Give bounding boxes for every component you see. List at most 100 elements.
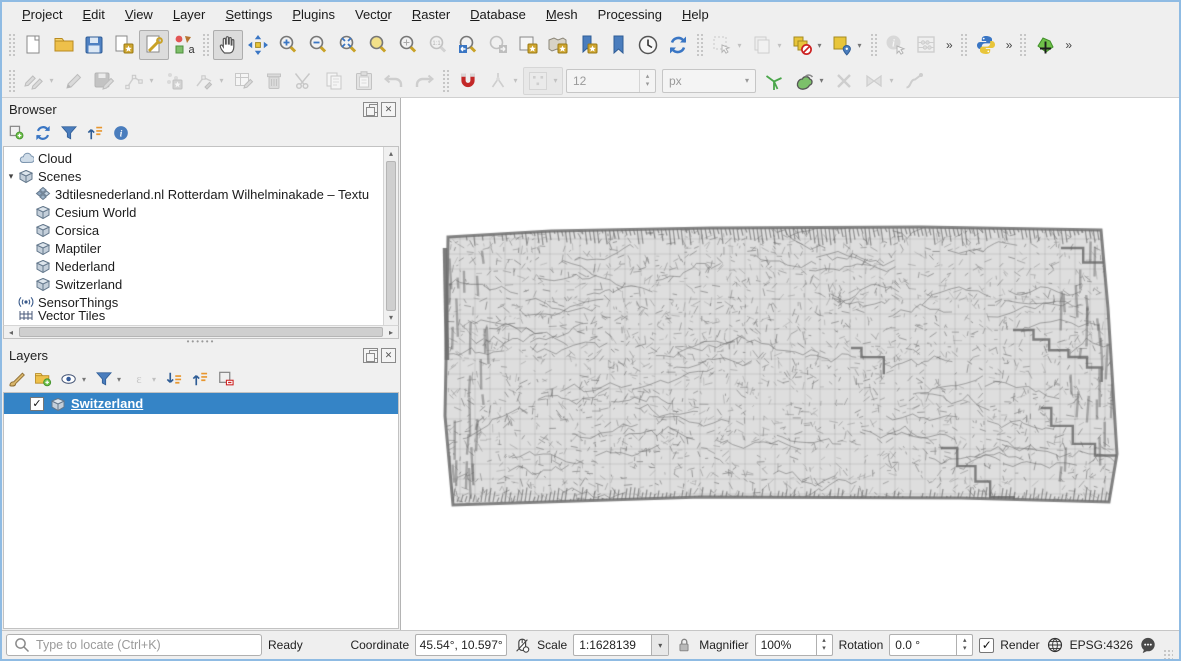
current-edits-button[interactable]: ▾ xyxy=(19,67,59,95)
deselect-all-button[interactable]: ▾ xyxy=(787,30,827,60)
locate-box[interactable] xyxy=(6,634,262,656)
modify-attributes-button[interactable] xyxy=(229,67,259,95)
map-canvas[interactable] xyxy=(401,98,1179,630)
reshape-features-button[interactable]: ▾ xyxy=(859,67,899,95)
menu-layer[interactable]: Layer xyxy=(163,4,216,25)
enable-tracing-button[interactable] xyxy=(759,67,789,95)
filter-browser-button[interactable] xyxy=(58,122,80,144)
collapse-all-button[interactable] xyxy=(189,368,211,390)
digitize-with-curve-button[interactable]: ▾ xyxy=(789,67,829,95)
delete-selected-button[interactable] xyxy=(259,67,289,95)
add-selected-layers-button[interactable] xyxy=(6,122,28,144)
dropdown-arrow-icon[interactable]: ▾ xyxy=(887,76,896,85)
menu-raster[interactable]: Raster xyxy=(402,4,460,25)
vertex-tool-button[interactable]: ▾ xyxy=(189,67,229,95)
browser-item-switzerland[interactable]: Switzerland xyxy=(4,275,398,293)
identify-features-button[interactable]: i xyxy=(881,30,911,60)
dropdown-arrow-icon[interactable]: ▾ xyxy=(47,76,56,85)
dropdown-arrow-icon[interactable]: ▾ xyxy=(817,76,826,85)
menu-mesh[interactable]: Mesh xyxy=(536,4,588,25)
snap-on-intersection-button[interactable]: ▾ xyxy=(483,67,523,95)
new-print-layout-button[interactable] xyxy=(109,30,139,60)
cut-features-button[interactable] xyxy=(289,67,319,95)
refresh-map-button[interactable] xyxy=(663,30,693,60)
coordinate-field[interactable]: 45.54°, 10.597° xyxy=(415,634,507,656)
trace-tool-button[interactable] xyxy=(899,67,929,95)
collapse-all-button[interactable] xyxy=(84,122,106,144)
open-layer-styling-button[interactable] xyxy=(6,368,28,390)
show-layout-manager-button[interactable] xyxy=(139,30,169,60)
zoom-to-layer-button[interactable] xyxy=(393,30,423,60)
redo-button[interactable] xyxy=(409,67,439,95)
magnifier-spinbox[interactable]: 100% ▴▾ xyxy=(755,634,833,656)
browser-item-maptiler[interactable]: Maptiler xyxy=(4,239,398,257)
statistical-summary-button[interactable] xyxy=(911,30,941,60)
menu-edit[interactable]: Edit xyxy=(72,4,114,25)
messages-icon[interactable] xyxy=(1139,636,1157,654)
pan-map-button[interactable] xyxy=(213,30,243,60)
locate-input[interactable] xyxy=(36,638,255,652)
show-spatial-bookmarks-button[interactable] xyxy=(603,30,633,60)
toolbar-handle[interactable] xyxy=(442,69,450,93)
save-project-button[interactable] xyxy=(79,30,109,60)
zoom-in-button[interactable] xyxy=(273,30,303,60)
open-project-button[interactable] xyxy=(49,30,79,60)
refresh-browser-button[interactable] xyxy=(32,122,54,144)
menu-database[interactable]: Database xyxy=(460,4,536,25)
browser-item-cesium-world[interactable]: Cesium World xyxy=(4,203,398,221)
snapping-type-button[interactable]: ▾ xyxy=(523,67,563,95)
dropdown-arrow-icon[interactable]: ▾ xyxy=(511,76,520,85)
python-console-button[interactable] xyxy=(971,30,1001,60)
zoom-next-button[interactable] xyxy=(483,30,513,60)
scale-combobox[interactable]: 1:1628139 ▾ xyxy=(573,634,669,656)
snapping-units-combobox[interactable]: px▾ xyxy=(662,69,756,93)
browser-item-3dtilesnederland-nl-rotterdam-[interactable]: 3dtilesnederland.nl Rotterdam Wilhelmina… xyxy=(4,185,398,203)
scale-dropdown-arrow[interactable]: ▾ xyxy=(651,635,668,655)
crs-globe-icon[interactable] xyxy=(1046,636,1064,654)
layer-item-switzerland[interactable]: ✓Switzerland xyxy=(4,393,398,414)
remove-layer-button[interactable] xyxy=(215,368,237,390)
add-group-button[interactable] xyxy=(32,368,54,390)
toggle-editing-button[interactable] xyxy=(59,67,89,95)
toolbar-overflow-button[interactable]: » xyxy=(941,38,957,52)
dropdown-arrow-icon[interactable]: ▾ xyxy=(855,41,864,50)
toolbar-handle[interactable] xyxy=(202,33,210,57)
scroll-thumb[interactable] xyxy=(386,161,396,311)
delete-vertex-button[interactable] xyxy=(829,67,859,95)
crs-value[interactable]: EPSG:4326 xyxy=(1070,638,1133,652)
toolbar-handle[interactable] xyxy=(960,33,968,57)
new-spatial-bookmark-button[interactable] xyxy=(573,30,603,60)
expander-open-icon[interactable]: ▾ xyxy=(4,171,18,182)
scroll-left-arrow[interactable]: ◂ xyxy=(4,328,18,337)
properties-info-button[interactable]: i xyxy=(110,122,132,144)
scroll-up-arrow[interactable]: ▴ xyxy=(384,147,398,161)
dropdown-arrow-icon[interactable]: ▾ xyxy=(735,41,744,50)
new-map-view-button[interactable] xyxy=(513,30,543,60)
dropdown-arrow-icon[interactable]: ▾ xyxy=(217,76,226,85)
zoom-full-button[interactable] xyxy=(333,30,363,60)
browser-vertical-scrollbar[interactable]: ▴ ▾ xyxy=(383,147,398,325)
toolbar-handle[interactable] xyxy=(8,33,16,57)
dropdown-arrow-icon[interactable]: ▾ xyxy=(147,76,156,85)
dropdown-arrow-icon[interactable]: ▾ xyxy=(775,41,784,50)
toolbar-overflow-button[interactable]: » xyxy=(1060,38,1076,52)
dropdown-arrow-icon[interactable]: ▾ xyxy=(551,76,560,85)
filter-by-expression-button[interactable]: ε▾ xyxy=(128,368,159,390)
zoom-last-button[interactable] xyxy=(453,30,483,60)
select-features-by-form-button[interactable]: ▾ xyxy=(747,30,787,60)
toolbar-handle[interactable] xyxy=(8,69,16,93)
menu-project[interactable]: Project xyxy=(12,4,72,25)
zoom-out-button[interactable] xyxy=(303,30,333,60)
undo-button[interactable] xyxy=(379,67,409,95)
scroll-down-arrow[interactable]: ▾ xyxy=(384,311,398,325)
expand-all-button[interactable] xyxy=(163,368,185,390)
rotation-spinbox[interactable]: 0.0 ° ▴▾ xyxy=(889,634,973,656)
layers-close-button[interactable]: ✕ xyxy=(381,348,396,363)
toolbar-handle[interactable] xyxy=(1019,33,1027,57)
plugin-tool-button[interactable] xyxy=(1030,30,1060,60)
scroll-right-arrow[interactable]: ▸ xyxy=(384,328,398,337)
zoom-native-button[interactable]: 1:1 xyxy=(423,30,453,60)
style-manager-button[interactable]: a xyxy=(169,30,199,60)
layer-visibility-checkbox[interactable]: ✓ xyxy=(30,397,44,411)
new-3d-map-view-button[interactable] xyxy=(543,30,573,60)
